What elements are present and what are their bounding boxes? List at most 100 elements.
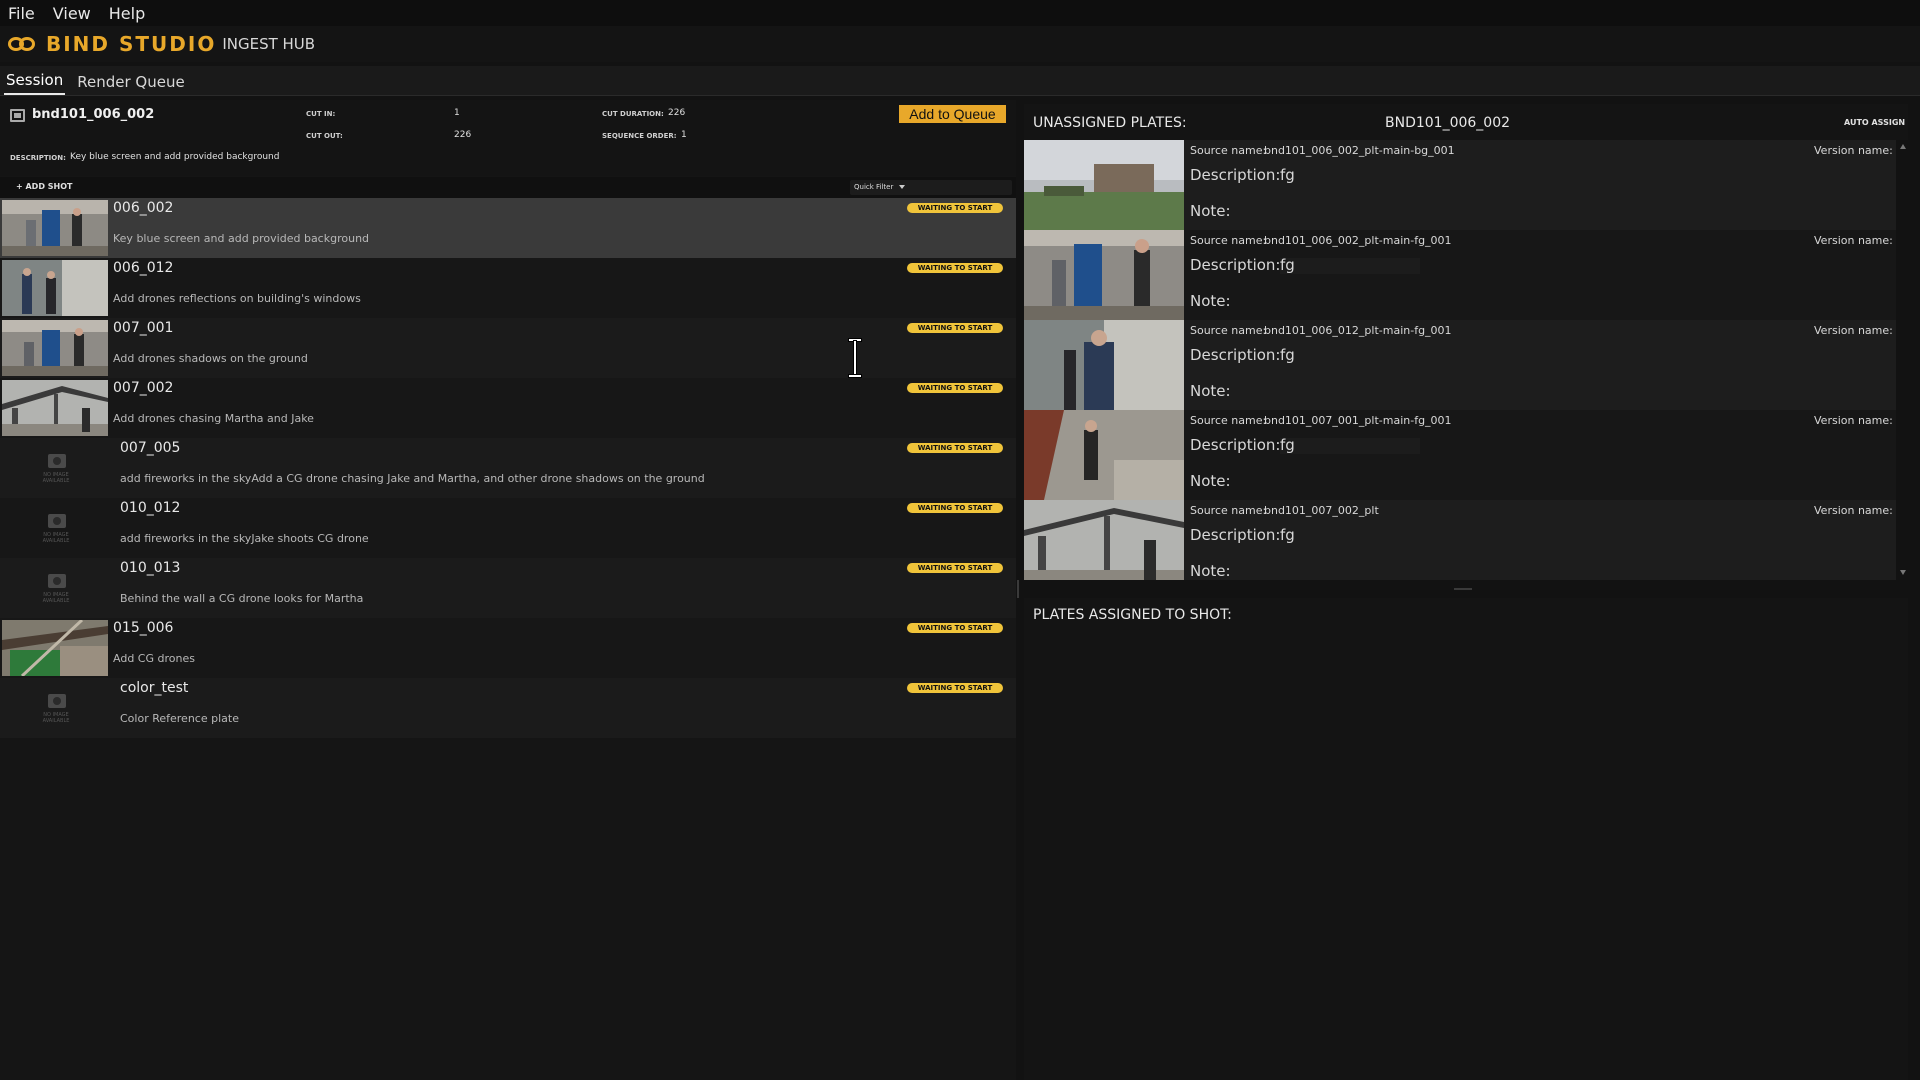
plate-item[interactable]: Source name: bnd101_006_002_plt-main-fg_… xyxy=(1024,230,1896,320)
cut-duration-label: CUT DURATION: xyxy=(602,110,664,118)
shot-row[interactable]: 015_006 Add CG drones WAITING TO START xyxy=(0,618,1016,678)
description-value[interactable]: fg xyxy=(1280,346,1295,364)
camera-icon xyxy=(48,514,66,528)
plate-item[interactable]: Source name: bnd101_006_012_plt-main-fg_… xyxy=(1024,320,1896,410)
scroll-down-arrow-icon[interactable] xyxy=(1900,570,1906,575)
tab-session[interactable]: Session xyxy=(4,67,66,95)
status-badge: WAITING TO START xyxy=(907,203,1003,213)
source-name-label: Source name: xyxy=(1190,144,1267,157)
camera-icon xyxy=(48,574,66,588)
shot-code: 007_005 xyxy=(120,440,181,456)
assigned-plates-header: PLATES ASSIGNED TO SHOT: xyxy=(1024,598,1908,630)
panel-splitter[interactable] xyxy=(1017,580,1019,598)
app-header: BIND STUDIO INGEST HUB xyxy=(0,26,1920,62)
shot-description: Add drones reflections on building's win… xyxy=(113,292,361,305)
shot-row[interactable]: NO IMAGE AVAILABLE 010_012 add fireworks… xyxy=(0,498,1016,558)
status-badge: WAITING TO START xyxy=(907,443,1003,453)
menu-view[interactable]: View xyxy=(53,4,91,23)
shot-row[interactable]: 006_012 Add drones reflections on buildi… xyxy=(0,258,1016,318)
auto-assign-button[interactable]: AUTO ASSIGN xyxy=(1844,118,1905,127)
no-image-placeholder: NO IMAGE AVAILABLE xyxy=(36,450,76,490)
cut-out-label: CUT OUT: xyxy=(306,132,343,140)
tab-render-queue[interactable]: Render Queue xyxy=(75,69,186,95)
quick-filter-dropdown[interactable]: Quick Filter xyxy=(850,180,1012,195)
shot-code: 007_002 xyxy=(113,380,174,396)
note-label: Note: xyxy=(1190,472,1231,490)
shot-row[interactable]: NO IMAGE AVAILABLE color_test Color Refe… xyxy=(0,678,1016,738)
shot-description: add fireworks in the skyJake shoots CG d… xyxy=(120,532,369,545)
shot-row[interactable]: NO IMAGE AVAILABLE 007_005 add fireworks… xyxy=(0,438,1016,498)
description-value[interactable]: fg xyxy=(1280,436,1295,454)
assigned-plates-drop-area[interactable] xyxy=(1024,630,1908,1080)
menu-help[interactable]: Help xyxy=(109,4,145,23)
shot-row[interactable]: 007_001 Add drones shadows on the ground… xyxy=(0,318,1016,378)
description-label: Description: xyxy=(1190,526,1281,544)
version-name-label: Version name: xyxy=(1814,504,1893,517)
plate-thumbnail xyxy=(1024,500,1184,580)
plate-item[interactable]: Source name: bnd101_006_002_plt-main-bg_… xyxy=(1024,140,1896,230)
note-label: Note: xyxy=(1190,562,1231,580)
source-name-value: bnd101_007_001_plt-main-fg_001 xyxy=(1264,414,1452,427)
description-input[interactable] xyxy=(1280,258,1420,274)
scroll-up-arrow-icon[interactable] xyxy=(1900,144,1906,149)
cut-out-value: 226 xyxy=(454,130,472,140)
note-label: Note: xyxy=(1190,202,1231,220)
shot-row[interactable]: 006_002 Key blue screen and add provided… xyxy=(0,198,1016,258)
status-badge: WAITING TO START xyxy=(907,503,1003,513)
add-shot-button[interactable]: + ADD SHOT xyxy=(16,182,72,191)
film-icon xyxy=(10,109,25,122)
shot-detail-header: bnd101_006_002 CUT IN: 1 CUT OUT: 226 CU… xyxy=(0,100,1016,176)
no-image-placeholder: NO IMAGE AVAILABLE xyxy=(36,570,76,610)
quick-filter-label: Quick Filter xyxy=(854,183,894,191)
shot-thumbnail: NO IMAGE AVAILABLE xyxy=(2,560,108,616)
add-to-queue-button[interactable]: Add to Queue xyxy=(899,105,1006,123)
source-name-value: bnd101_006_002_plt-main-bg_001 xyxy=(1264,144,1455,157)
no-image-placeholder: NO IMAGE AVAILABLE xyxy=(36,690,76,730)
shot-thumbnail xyxy=(2,320,108,376)
description-label: Description: xyxy=(1190,256,1281,274)
description-value[interactable]: fg xyxy=(1280,526,1295,544)
shot-description: Color Reference plate xyxy=(120,712,239,725)
shot-thumbnail: NO IMAGE AVAILABLE xyxy=(2,680,108,736)
version-name-label: Version name: xyxy=(1814,414,1893,427)
plate-item[interactable]: Source name: bnd101_007_001_plt-main-fg_… xyxy=(1024,410,1896,500)
shot-row[interactable]: 007_002 Add drones chasing Martha and Ja… xyxy=(0,378,1016,438)
shot-code: color_test xyxy=(120,680,189,696)
cut-in-label: CUT IN: xyxy=(306,110,336,118)
description-input[interactable] xyxy=(1280,438,1420,454)
shot-thumbnail xyxy=(2,380,108,436)
menu-bar: File View Help xyxy=(0,0,1920,26)
source-name-value: bnd101_006_012_plt-main-fg_001 xyxy=(1264,324,1452,337)
shot-thumbnail xyxy=(2,200,108,256)
cut-in-value: 1 xyxy=(454,108,460,118)
description-value[interactable]: fg xyxy=(1280,166,1295,184)
cut-duration-value: 226 xyxy=(668,108,686,118)
assigned-plates-title: PLATES ASSIGNED TO SHOT: xyxy=(1033,607,1232,623)
plates-scrollbar[interactable] xyxy=(1900,144,1906,580)
plates-splitter[interactable] xyxy=(1454,588,1472,590)
no-image-text: NO IMAGE AVAILABLE xyxy=(42,532,70,544)
shot-list-toolbar: + ADD SHOT Quick Filter xyxy=(0,177,1016,198)
shot-thumbnail xyxy=(2,620,108,676)
shot-description: Add CG drones xyxy=(113,652,195,665)
description-label: Description: xyxy=(1190,166,1281,184)
unassigned-plates-header: UNASSIGNED PLATES: BND101_006_002 AUTO A… xyxy=(1024,104,1908,140)
menu-file[interactable]: File xyxy=(8,4,35,23)
status-badge: WAITING TO START xyxy=(907,383,1003,393)
shot-description: Behind the wall a CG drone looks for Mar… xyxy=(120,592,364,605)
status-badge: WAITING TO START xyxy=(907,563,1003,573)
shot-row[interactable]: NO IMAGE AVAILABLE 010_013 Behind the wa… xyxy=(0,558,1016,618)
shots-panel: bnd101_006_002 CUT IN: 1 CUT OUT: 226 CU… xyxy=(0,100,1016,1080)
shot-code: 006_012 xyxy=(113,260,174,276)
plate-item[interactable]: Source name: bnd101_007_002_plt Version … xyxy=(1024,500,1896,580)
chevron-down-icon xyxy=(899,185,906,189)
plates-panel: UNASSIGNED PLATES: BND101_006_002 AUTO A… xyxy=(1024,104,1908,1080)
version-name-label: Version name: xyxy=(1814,324,1893,337)
plate-thumbnail xyxy=(1024,410,1184,500)
note-label: Note: xyxy=(1190,382,1231,400)
no-image-text: NO IMAGE AVAILABLE xyxy=(42,712,70,724)
description-value[interactable]: fg xyxy=(1280,256,1295,274)
status-badge: WAITING TO START xyxy=(907,623,1003,633)
description-label: DESCRIPTION: xyxy=(10,154,66,162)
source-name-value: bnd101_006_002_plt-main-fg_001 xyxy=(1264,234,1452,247)
